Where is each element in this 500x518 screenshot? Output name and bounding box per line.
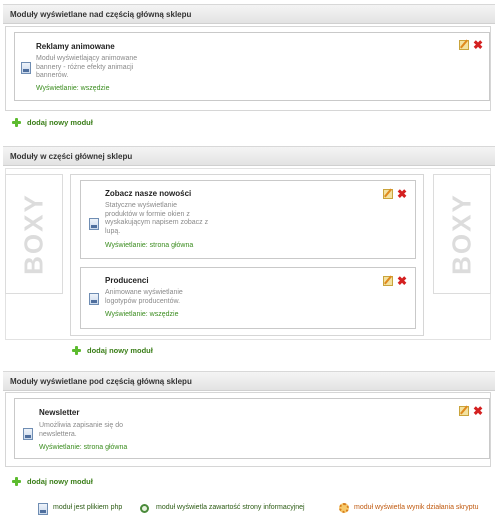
- module-desc-line: Animowane wyświetlanie: [105, 289, 183, 296]
- boxy-right: BOXY: [433, 174, 491, 294]
- module-card-nowosci: Zobacz nasze nowości Statyczne wyświetla…: [80, 180, 416, 259]
- php-file-icon: [89, 218, 99, 230]
- edit-icon[interactable]: [459, 406, 469, 416]
- module-display: Wyświetlanie: wszędzie: [105, 311, 179, 318]
- php-file-icon: [21, 62, 31, 74]
- section-title-above: Moduły wyświetlane nad częścią główną sk…: [10, 10, 192, 19]
- edit-icon[interactable]: [383, 276, 393, 286]
- boxy-label-left: BOXY: [18, 193, 49, 275]
- edit-icon[interactable]: [459, 40, 469, 50]
- php-file-icon: [89, 293, 99, 305]
- module-desc-line: bannery - różne efekty animacji: [36, 63, 134, 71]
- module-title: Zobacz nasze nowości: [105, 189, 192, 198]
- section-title-main: Moduły w części głównej sklepu: [10, 152, 133, 161]
- module-desc-line: Umożliwia zapisanie się do: [39, 422, 124, 429]
- add-module-label[interactable]: dodaj nowy moduł: [87, 346, 153, 355]
- add-icon[interactable]: [12, 118, 21, 127]
- delete-icon[interactable]: ✖: [473, 405, 483, 417]
- zone-main-content: Zobacz nasze nowości Statyczne wyświetla…: [70, 174, 424, 336]
- delete-icon[interactable]: ✖: [473, 39, 483, 51]
- add-icon[interactable]: [12, 477, 21, 486]
- legend-php: moduł jest plikiem php: [53, 504, 123, 511]
- module-display: Wyświetlanie: strona główna: [105, 242, 194, 249]
- module-desc-line: lupą.: [105, 227, 121, 235]
- section-header-below: Moduły wyświetlane pod częścią główną sk…: [3, 371, 495, 391]
- delete-icon[interactable]: ✖: [397, 275, 407, 287]
- add-icon[interactable]: [72, 346, 81, 355]
- module-title: Reklamy animowane: [36, 42, 115, 51]
- module-card-newsletter: Newsletter Umożliwia zapisanie się do ne…: [14, 398, 490, 459]
- module-desc-line: produktów w formie okien z: [105, 210, 190, 218]
- zone-above: Reklamy animowane Moduł wyświetlający an…: [5, 26, 491, 111]
- php-file-icon: [38, 503, 48, 515]
- module-desc-line: bannerów.: [36, 72, 69, 79]
- boxy-label-right: BOXY: [446, 193, 477, 275]
- php-file-icon: [23, 428, 33, 440]
- section-title-below: Moduły wyświetlane pod częścią główną sk…: [10, 377, 192, 386]
- section-header-main: Moduły w części głównej sklepu: [3, 146, 495, 166]
- add-module-label[interactable]: dodaj nowy moduł: [27, 477, 93, 486]
- module-desc-line: wyskakującym napisem zobacz z: [105, 219, 209, 226]
- module-desc-line: logotypów producentów.: [105, 297, 181, 305]
- add-module-label[interactable]: dodaj nowy moduł: [27, 118, 93, 127]
- module-display: Wyświetlanie: strona główna: [39, 444, 128, 451]
- legend-script: moduł wyświetla wynik działania skryptu: [354, 504, 479, 511]
- edit-icon[interactable]: [383, 189, 393, 199]
- module-title: Newsletter: [39, 408, 80, 417]
- boxy-left: BOXY: [5, 174, 63, 294]
- zone-below: Newsletter Umożliwia zapisanie się do ne…: [5, 392, 491, 467]
- module-desc-line: Statyczne wyświetlanie: [105, 202, 177, 209]
- module-title: Producenci: [105, 276, 149, 285]
- section-header-above: Moduły wyświetlane nad częścią główną sk…: [3, 4, 495, 24]
- module-desc-line: Moduł wyświetlający animowane: [36, 55, 138, 62]
- gear-script-icon: [339, 503, 349, 513]
- module-display: Wyświetlanie: wszędzie: [36, 85, 110, 92]
- delete-icon[interactable]: ✖: [397, 188, 407, 200]
- module-card-producenci: Producenci Animowane wyświetlanie logoty…: [80, 267, 416, 329]
- info-page-icon: [140, 504, 149, 513]
- legend-info: moduł wyświetla zawartość strony informa…: [156, 504, 305, 511]
- module-card-reklamy: Reklamy animowane Moduł wyświetlający an…: [14, 32, 490, 101]
- module-desc-line: newslettera.: [39, 430, 77, 438]
